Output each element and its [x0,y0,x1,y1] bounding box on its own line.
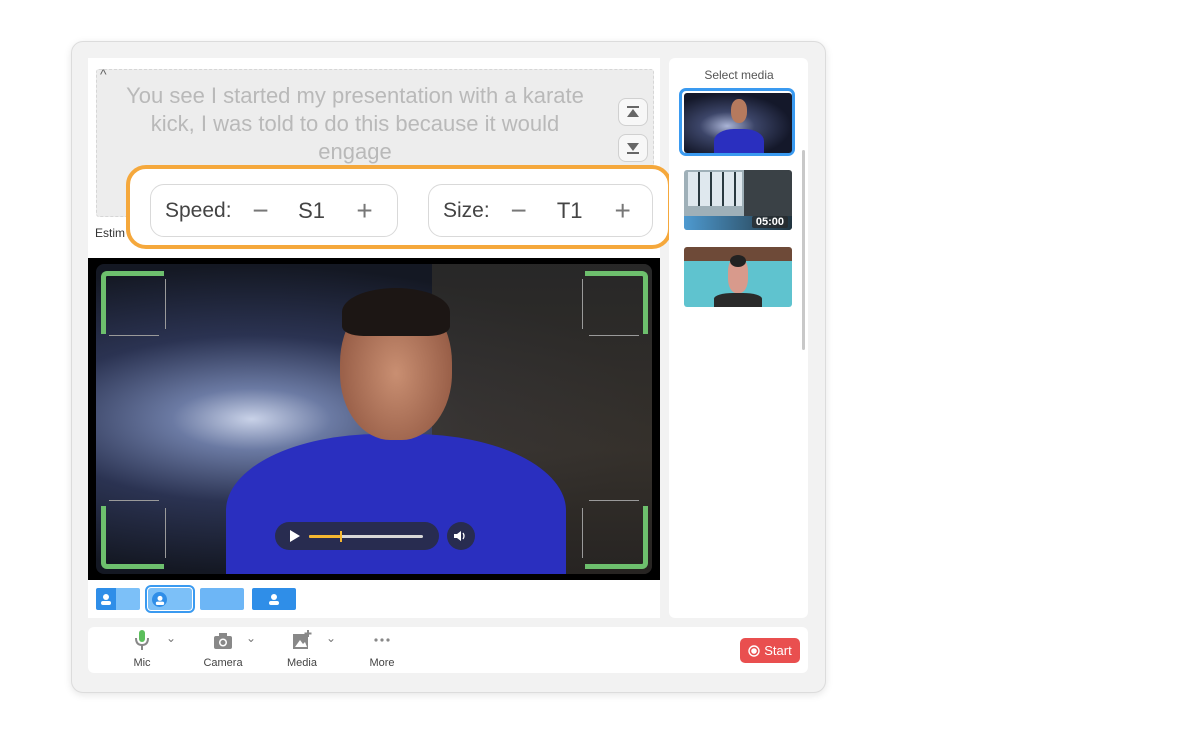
guide-line [589,335,639,336]
thumb-window [688,172,742,206]
media-dropdown-chevron-icon[interactable]: ⌄ [326,631,336,645]
speed-value: S1 [298,197,326,223]
frame-corner-top-right [585,271,648,334]
progress-fill [309,534,341,538]
scroll-to-bottom-button[interactable] [618,134,648,162]
more-label: More [369,657,395,669]
estimate-label: Estim [95,226,125,240]
media-panel-title: Select media [704,68,774,82]
video-player-bar [275,522,439,550]
size-label: Size: [443,198,490,222]
volume-icon [454,531,465,541]
layout-screen-only-button[interactable] [200,588,244,610]
layout-options [96,585,296,613]
media-scrollbar[interactable] [802,150,805,350]
guide-line [582,279,583,329]
presenter-body [226,434,566,574]
frame-corner-bottom-left [101,506,164,569]
guide-line [589,500,639,501]
thumb-hat [730,255,746,267]
media-label: Media [287,657,317,669]
guide-line [165,508,166,558]
chevron-up-icon[interactable]: ^ [100,66,107,82]
media-item-room[interactable]: 05:00 [684,170,792,230]
more-button[interactable]: More [352,630,412,669]
speed-control: Speed: − S1 + [150,184,398,237]
media-item-kayak[interactable] [684,247,792,307]
camera-button[interactable]: Camera [193,630,253,669]
mic-button[interactable]: Mic [112,630,172,669]
camera-label: Camera [203,657,243,669]
layout-split-button[interactable] [96,588,140,610]
mic-dropdown-chevron-icon[interactable]: ⌄ [166,631,176,645]
size-value: T1 [556,197,583,223]
frame-corner-top-left [101,271,164,334]
progress-track[interactable] [309,530,423,542]
progress-handle[interactable] [339,530,342,542]
thumb-head [731,99,747,123]
size-increase-button[interactable]: + [608,196,638,225]
frame-corner-bottom-right [585,506,648,569]
media-button[interactable]: Media [272,630,332,669]
camera-icon [214,633,232,649]
media-item-presenter[interactable] [684,93,792,153]
record-icon [748,644,760,657]
mic-icon [135,630,149,650]
speed-decrease-button[interactable]: − [246,196,276,225]
guide-line [582,508,583,558]
presenter-hair [342,288,450,336]
thumb-body [714,129,764,153]
duration-badge: 05:00 [751,216,788,228]
camera-dropdown-chevron-icon[interactable]: ⌄ [246,631,256,645]
speed-label: Speed: [165,198,232,222]
scroll-top-icon [627,106,639,117]
size-decrease-button[interactable]: − [504,196,534,225]
script-text: You see I started my presentation with a… [126,83,584,164]
scroll-to-top-button[interactable] [618,98,648,126]
layout-bubble-button[interactable] [145,585,195,613]
size-control: Size: − T1 + [428,184,653,237]
play-icon[interactable] [289,530,301,542]
person-icon [269,594,279,605]
person-icon [101,594,111,605]
start-recording-button[interactable]: Start [740,638,800,663]
guide-line [109,500,159,501]
guide-line [109,335,159,336]
layout-camera-only-button[interactable] [252,588,296,610]
scroll-bottom-icon [627,143,639,154]
guide-line [165,279,166,329]
more-dots-icon [374,638,390,642]
volume-button[interactable] [447,522,475,550]
start-label: Start [764,643,792,658]
speed-increase-button[interactable]: + [350,196,380,225]
person-icon [155,595,165,605]
add-image-icon [293,630,312,649]
thumb-kayak [714,293,762,307]
mic-label: Mic [133,657,151,669]
